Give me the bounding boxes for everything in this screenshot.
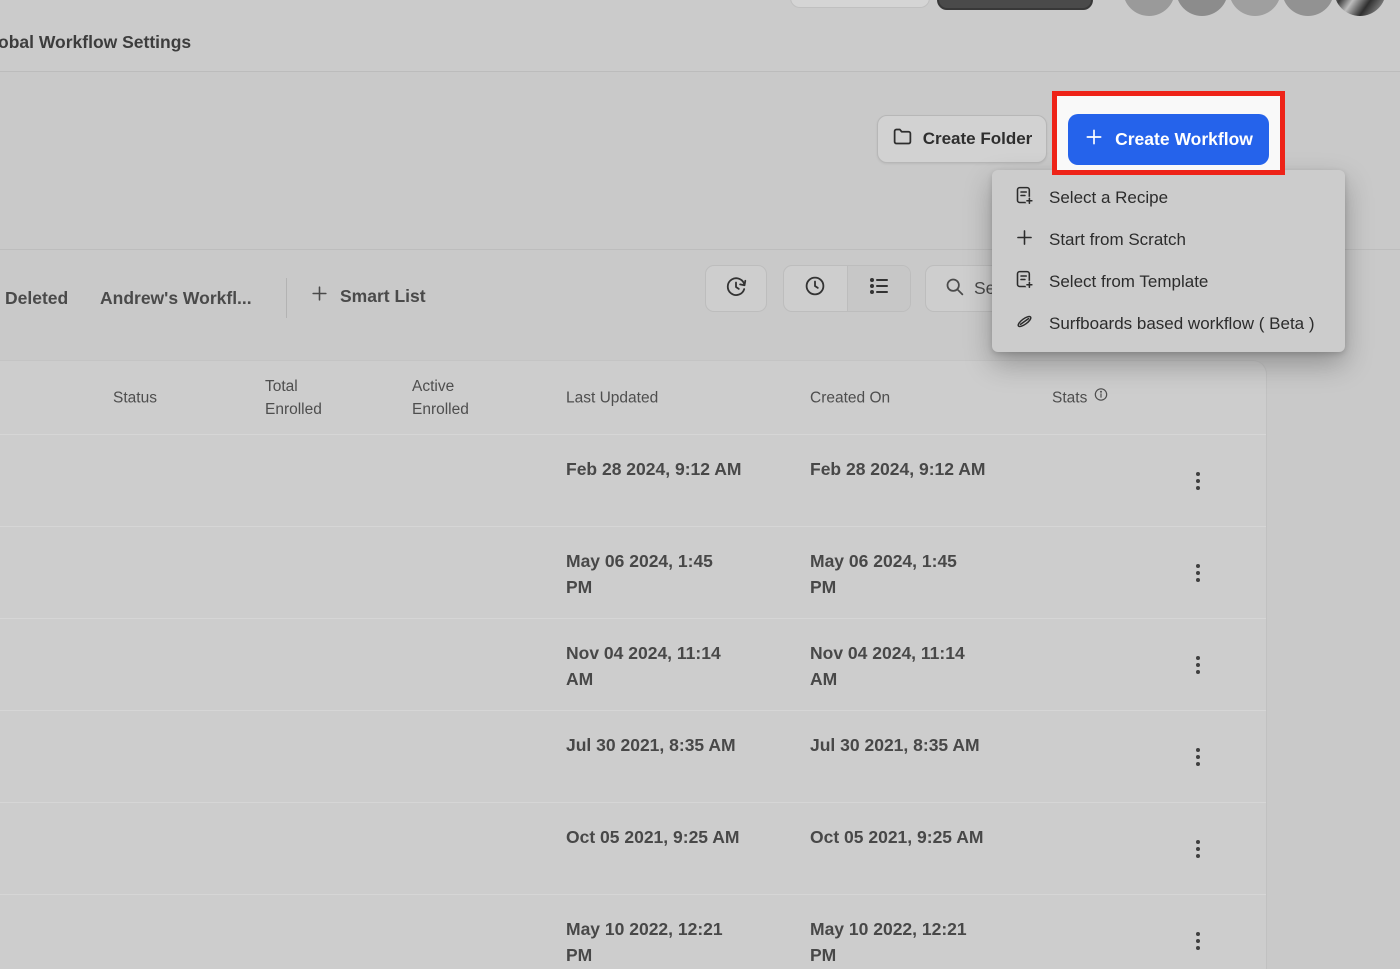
- header-button-partial[interactable]: [790, 0, 930, 8]
- last-updated-cell: Nov 04 2024, 11:14 AM: [566, 643, 721, 689]
- tab-deleted[interactable]: Deleted: [5, 288, 68, 309]
- row-actions-kebab-menu[interactable]: [1183, 648, 1213, 682]
- plus-icon: [1014, 227, 1035, 253]
- column-header-active-enrolled: Active Enrolled: [412, 377, 469, 418]
- column-header-last-updated: Last Updated: [566, 389, 659, 406]
- menu-item-start-from-scratch[interactable]: Start from Scratch: [992, 219, 1345, 261]
- avatar-photo[interactable]: [1334, 0, 1386, 16]
- annotation-highlight-box: Create Workflow: [1052, 91, 1285, 175]
- created-on-cell: May 10 2022, 12:21 PM: [810, 919, 967, 965]
- info-icon[interactable]: [1093, 386, 1109, 409]
- menu-item-surfboards-workflow[interactable]: Surfboards based workflow ( Beta ): [992, 303, 1345, 345]
- smart-list-label: Smart List: [340, 285, 426, 306]
- plus-icon: [310, 284, 329, 308]
- page-title: obal Workflow Settings: [0, 32, 192, 52]
- create-workflow-button[interactable]: Create Workflow: [1068, 114, 1269, 165]
- created-on-cell: Feb 28 2024, 9:12 AM: [810, 459, 986, 479]
- created-on-cell: May 06 2024, 1:45 PM: [810, 551, 957, 597]
- view-toggle-group: [783, 265, 911, 312]
- create-folder-label: Create Folder: [922, 129, 1033, 148]
- avatar[interactable]: [1176, 0, 1228, 16]
- clock-view-button[interactable]: [784, 266, 847, 311]
- clock-icon: [803, 274, 827, 303]
- column-header-stats: Stats: [1052, 386, 1109, 409]
- created-on-cell: Oct 05 2021, 9:25 AM: [810, 827, 984, 847]
- row-actions-kebab-menu[interactable]: [1183, 556, 1213, 590]
- menu-item-label: Select from Template: [1049, 272, 1209, 291]
- tab-divider: [286, 278, 287, 318]
- table-row: Oct 05 2021, 9:25 AM Oct 05 2021, 9:25 A…: [0, 802, 1266, 894]
- workflow-page: obal Workflow Settings Deleted Andrew's …: [0, 0, 1400, 969]
- history-clock-icon: [724, 275, 748, 302]
- surfboard-icon: [1014, 311, 1035, 337]
- created-on-cell: Jul 30 2021, 8:35 AM: [810, 735, 980, 755]
- created-on-cell: Nov 04 2024, 11:14 AM: [810, 643, 965, 689]
- list-view-button[interactable]: [846, 266, 910, 311]
- row-actions-kebab-menu[interactable]: [1183, 740, 1213, 774]
- workflows-table: Status Total Enrolled Active Enrolled La…: [0, 360, 1267, 969]
- add-smart-list-button[interactable]: Smart List: [310, 284, 426, 308]
- last-updated-cell: Oct 05 2021, 9:25 AM: [566, 827, 740, 847]
- table-row: Jul 30 2021, 8:35 AM Jul 30 2021, 8:35 A…: [0, 710, 1266, 802]
- table-row: May 10 2022, 12:21 PM May 10 2022, 12:21…: [0, 894, 1266, 969]
- create-folder-button[interactable]: Create Folder: [877, 115, 1047, 163]
- row-actions-kebab-menu[interactable]: [1183, 832, 1213, 866]
- avatar[interactable]: [1123, 0, 1175, 16]
- avatar[interactable]: [1229, 0, 1281, 16]
- stats-label: Stats: [1052, 389, 1088, 406]
- last-updated-cell: Jul 30 2021, 8:35 AM: [566, 735, 736, 755]
- menu-item-select-from-template[interactable]: Select from Template: [992, 261, 1345, 303]
- column-header-total-enrolled: Total Enrolled: [265, 377, 322, 418]
- menu-item-label: Surfboards based workflow ( Beta ): [1049, 314, 1315, 333]
- list-icon: [867, 274, 891, 303]
- create-workflow-label: Create Workflow: [1115, 129, 1253, 149]
- table-row: Nov 04 2024, 11:14 AM Nov 04 2024, 11:14…: [0, 618, 1266, 710]
- header-dark-button-partial[interactable]: [937, 0, 1093, 10]
- column-header-status: Status: [113, 389, 157, 406]
- create-workflow-menu: Select a Recipe Start from Scratch Selec…: [992, 170, 1345, 352]
- last-updated-cell: May 10 2022, 12:21 PM: [566, 919, 723, 965]
- column-header-created-on: Created On: [810, 389, 891, 406]
- tab-andrews-workflows[interactable]: Andrew's Workfl...: [100, 288, 252, 309]
- row-actions-kebab-menu[interactable]: [1183, 464, 1213, 498]
- plus-icon: [1084, 127, 1104, 152]
- avatar[interactable]: [1282, 0, 1334, 16]
- search-icon: [944, 276, 965, 302]
- recipe-add-icon: [1014, 185, 1035, 211]
- table-header: Status Total Enrolled Active Enrolled La…: [0, 361, 1266, 434]
- top-bar: obal Workflow Settings: [0, 0, 1400, 72]
- menu-item-label: Select a Recipe: [1049, 188, 1169, 207]
- menu-item-label: Start from Scratch: [1049, 230, 1186, 249]
- row-actions-kebab-menu[interactable]: [1183, 924, 1213, 958]
- table-row: May 06 2024, 1:45 PM May 06 2024, 1:45 P…: [0, 526, 1266, 618]
- table-row: Feb 28 2024, 9:12 AM Feb 28 2024, 9:12 A…: [0, 434, 1266, 526]
- history-button[interactable]: [705, 265, 767, 312]
- template-add-icon: [1014, 269, 1035, 295]
- folder-icon: [892, 126, 913, 152]
- last-updated-cell: May 06 2024, 1:45 PM: [566, 551, 713, 597]
- last-updated-cell: Feb 28 2024, 9:12 AM: [566, 459, 742, 479]
- menu-item-select-recipe[interactable]: Select a Recipe: [992, 177, 1345, 219]
